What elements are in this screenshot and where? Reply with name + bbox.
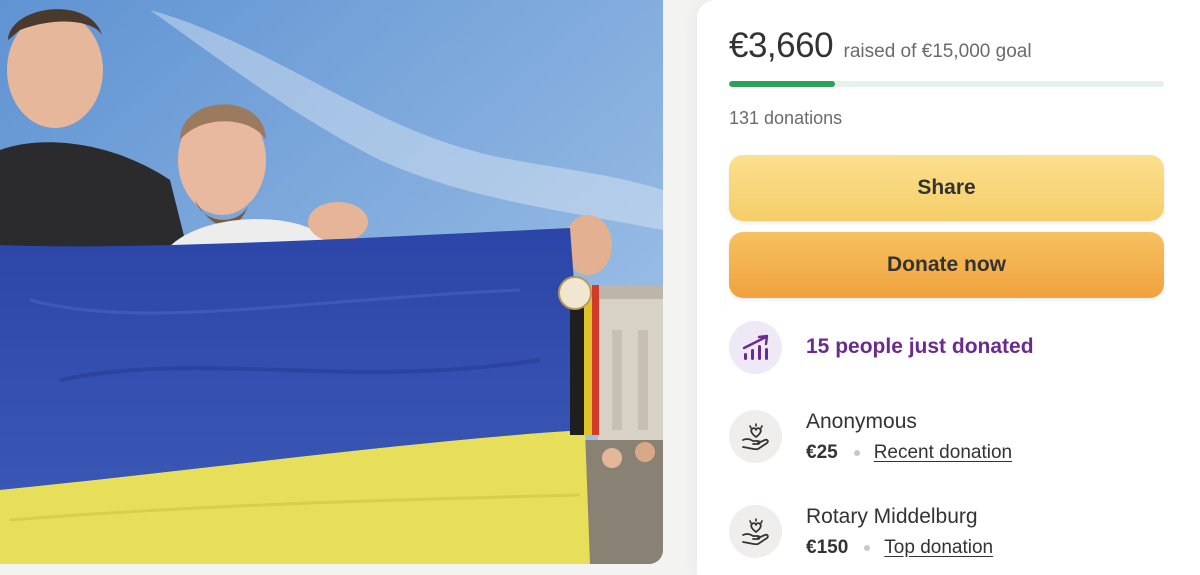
separator-dot: [853, 449, 860, 456]
raised-summary: €3,660 raised of €15,000 goal: [729, 26, 1032, 66]
heart-hand-icon: [729, 505, 782, 558]
donation-amount: €25: [806, 442, 838, 463]
goal-text: raised of €15,000 goal: [843, 41, 1032, 62]
separator-dot: [864, 544, 871, 551]
campaign-photo-illustration: [0, 0, 663, 564]
progress-fill: [729, 81, 836, 87]
top-donation-link[interactable]: Top donation: [884, 537, 993, 558]
amount-raised: €3,660: [729, 26, 834, 65]
recent-activity-row: 15 people just donated: [729, 321, 1180, 377]
donation-card: €3,660 raised of €15,000 goal 131 donati…: [697, 0, 1200, 575]
donation-details: €150 Top donation: [806, 537, 993, 559]
donor-name: Anonymous: [806, 410, 917, 433]
recent-donation-link[interactable]: Recent donation: [874, 442, 1012, 463]
heart-hand-icon: [729, 410, 782, 463]
campaign-photo: [0, 0, 663, 564]
share-button[interactable]: Share: [729, 155, 1164, 221]
donation-amount: €150: [806, 537, 849, 558]
donor-name: Rotary Middelburg: [806, 505, 978, 528]
donation-item: Anonymous €25 Recent donation: [729, 410, 1180, 466]
donation-item: Rotary Middelburg €150 Top donation: [729, 505, 1180, 561]
donate-now-button[interactable]: Donate now: [729, 232, 1164, 298]
donation-details: €25 Recent donation: [806, 442, 1012, 464]
trending-up-icon: [729, 321, 782, 374]
progress-bar: [729, 81, 1164, 87]
donation-count: 131 donations: [729, 108, 843, 128]
recent-activity-text: 15 people just donated: [806, 335, 1034, 358]
